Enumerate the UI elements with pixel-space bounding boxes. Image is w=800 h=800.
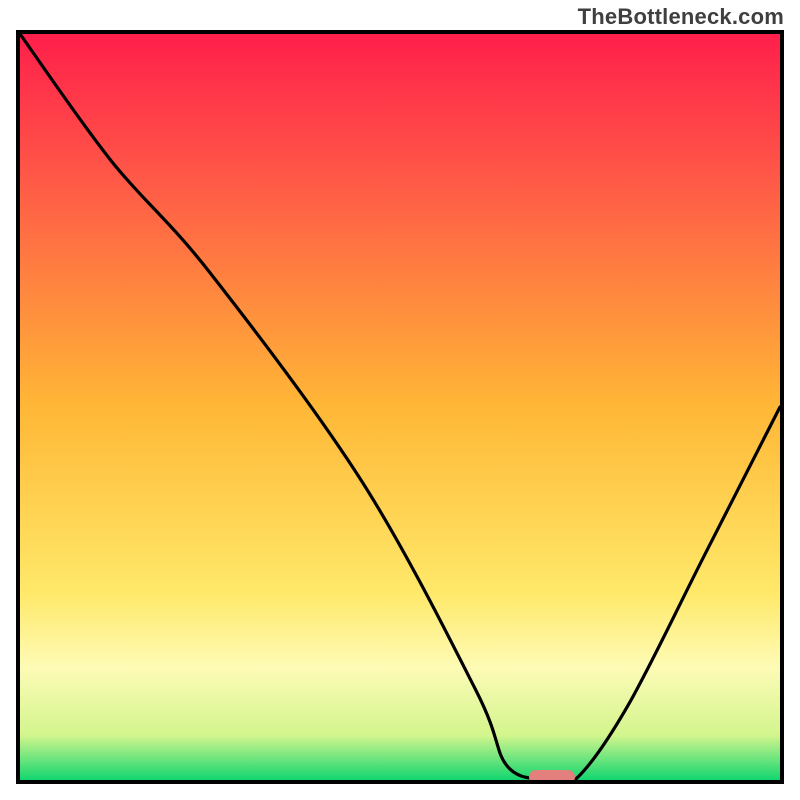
- gradient-background: [20, 34, 780, 780]
- watermark-text: TheBottleneck.com: [578, 4, 784, 30]
- chart-frame: [16, 30, 784, 784]
- bottleneck-chart: [20, 34, 780, 780]
- optimal-marker: [529, 770, 575, 780]
